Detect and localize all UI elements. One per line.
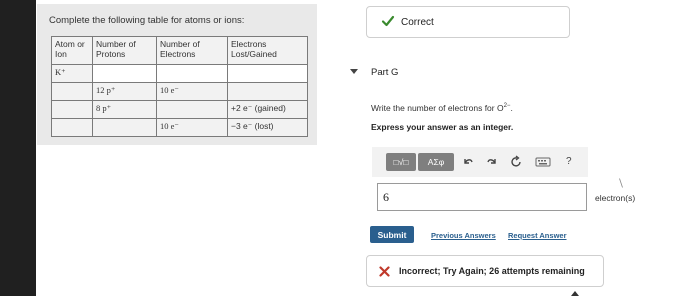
cursor-mark-icon <box>619 178 623 188</box>
reset-icon[interactable] <box>509 155 523 169</box>
redo-icon[interactable] <box>485 155 499 169</box>
table-cell: 12 p⁺ <box>92 82 157 101</box>
answer-value: 6 <box>383 190 389 204</box>
request-answer-link[interactable]: Request Answer <box>508 231 567 240</box>
header-atom-or-ion: Atom or Ion <box>51 36 93 65</box>
help-button[interactable]: ? <box>566 156 572 167</box>
unit-label: electron(s) <box>595 193 636 203</box>
previous-answers-link[interactable]: Previous Answers <box>431 231 496 240</box>
table-cell <box>92 118 157 137</box>
keyboard-icon[interactable] <box>535 155 551 169</box>
table-cell <box>227 64 308 83</box>
triangle-down-icon[interactable] <box>349 66 359 76</box>
check-icon <box>381 15 395 27</box>
table-cell <box>156 100 228 119</box>
correct-text: Correct <box>401 17 434 28</box>
header-number-of-electrons: Number of Electrons <box>156 36 228 65</box>
table-cell <box>51 100 93 119</box>
table-cell: 8 p⁺ <box>92 100 157 119</box>
part-title[interactable]: Part G <box>371 67 398 78</box>
incorrect-text: Incorrect; Try Again; 26 attempts remain… <box>399 266 585 276</box>
table-cell <box>156 64 228 83</box>
table-row: K⁺ <box>51 64 308 83</box>
correct-feedback: Correct <box>366 6 570 38</box>
table-cell: K⁺ <box>51 64 93 83</box>
question-prompt: Write the number of electrons for O <box>371 103 504 113</box>
incorrect-feedback: Incorrect; Try Again; 26 attempts remain… <box>366 255 604 287</box>
table-row: 10 e⁻ −3 e⁻ (lost) <box>51 118 308 137</box>
table-cell: −3 e⁻ (lost) <box>227 118 308 137</box>
table-row: 12 p⁺ 10 e⁻ <box>51 82 308 101</box>
table-header-row: Atom or Ion Number of Protons Number of … <box>51 36 308 65</box>
submit-button[interactable]: Submit <box>370 226 414 243</box>
table-cell <box>227 82 308 101</box>
instruction-text: Express your answer as an integer. <box>371 122 514 132</box>
table-panel: Complete the following table for atoms o… <box>37 4 317 145</box>
question-text: Write the number of electrons for O2−. <box>371 103 513 113</box>
question-prompt-end: . <box>510 103 513 113</box>
table-cell <box>51 82 93 101</box>
templates-button[interactable]: □√□ <box>386 153 416 171</box>
table-cell: +2 e⁻ (gained) <box>227 100 308 119</box>
x-icon <box>379 266 390 277</box>
left-sidebar <box>0 0 36 296</box>
header-number-of-protons: Number of Protons <box>92 36 157 65</box>
table-row: 8 p⁺ +2 e⁻ (gained) <box>51 100 308 119</box>
header-electrons-lost-gained: Electrons Lost/Gained <box>227 36 308 65</box>
symbols-button[interactable]: AΣφ <box>418 153 454 171</box>
table-cell: 10 e⁻ <box>156 118 228 137</box>
ion-table: Atom or Ion Number of Protons Number of … <box>51 36 308 137</box>
table-cell: 10 e⁻ <box>156 82 228 101</box>
undo-icon[interactable] <box>461 155 475 169</box>
table-title: Complete the following table for atoms o… <box>49 15 245 26</box>
table-cell <box>92 64 157 83</box>
caret-up-icon <box>571 291 579 296</box>
table-cell <box>51 118 93 137</box>
answer-input[interactable]: 6 <box>377 183 587 211</box>
math-toolbar: □√□ AΣφ ? <box>372 147 588 177</box>
